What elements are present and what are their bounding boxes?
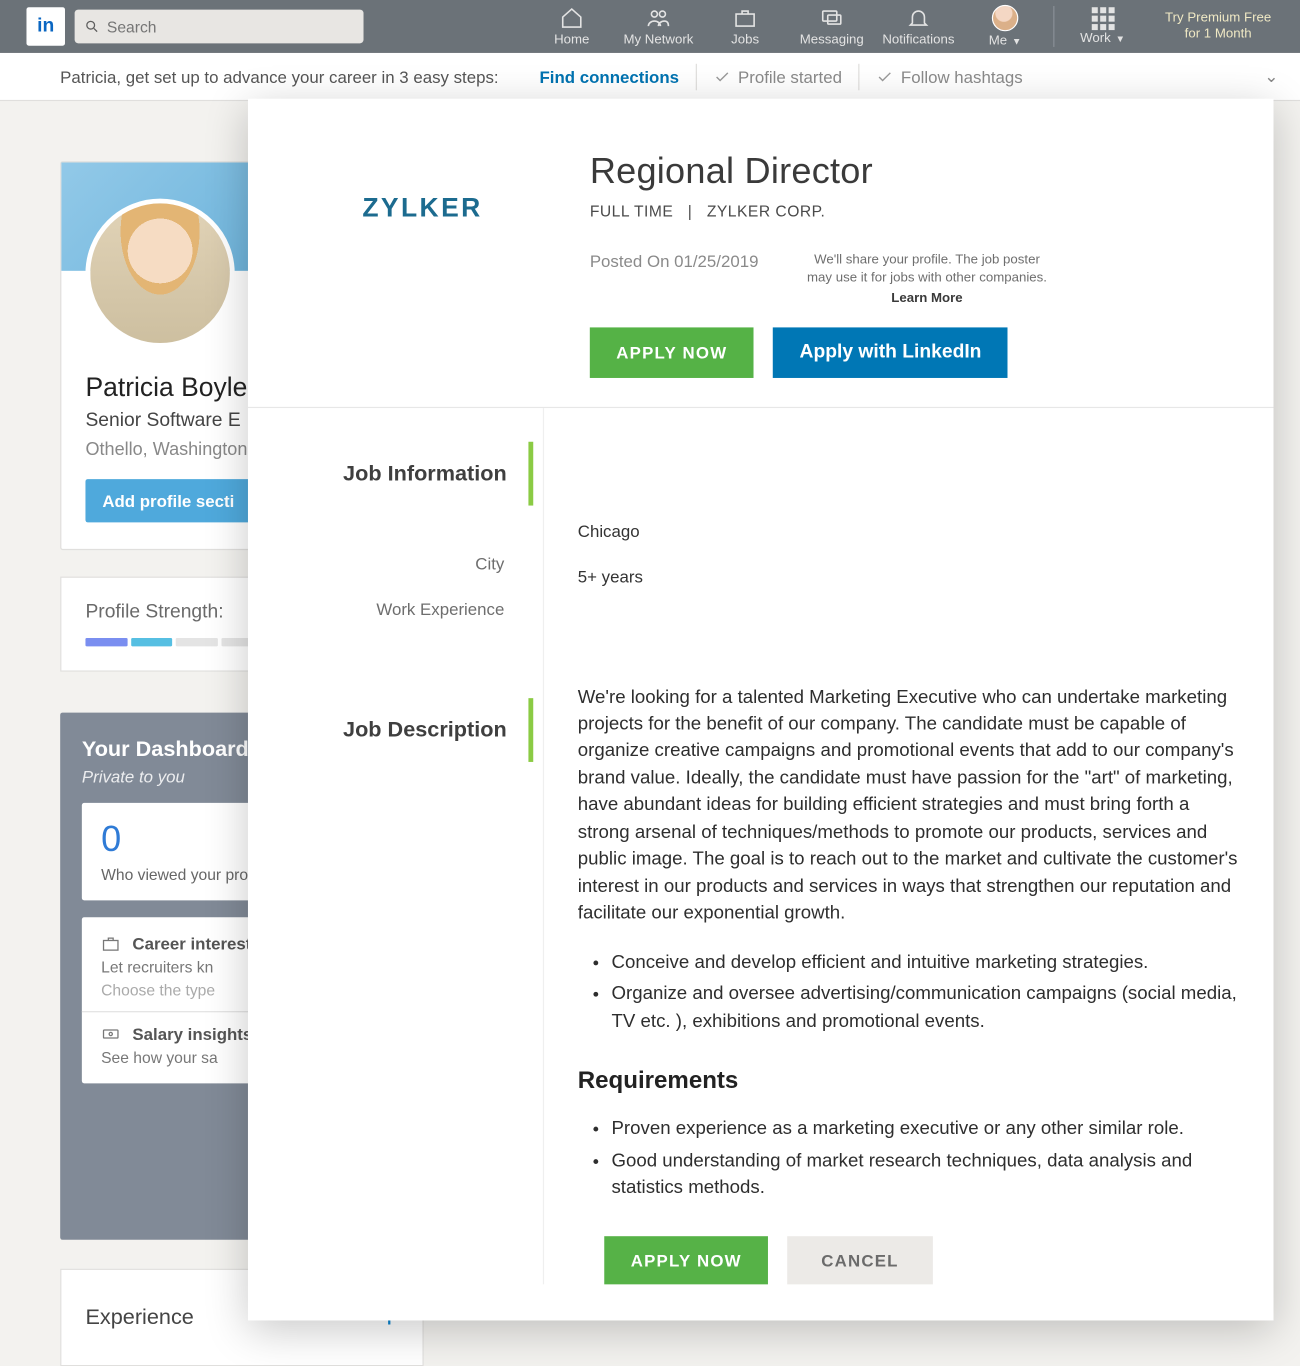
job-modal: ZYLKER Regional Director FULL TIME | ZYL… — [248, 99, 1274, 1320]
posted-on: Posted On 01/25/2019 — [590, 252, 759, 271]
value-city: Chicago — [578, 509, 1242, 555]
apply-now-button-footer[interactable]: APPLY NOW — [604, 1236, 768, 1284]
list-item: Proven experience as a marketing executi… — [611, 1116, 1242, 1143]
job-title: Regional Director — [590, 152, 1235, 193]
modal-backdrop: ZYLKER Regional Director FULL TIME | ZYL… — [0, 0, 1300, 1300]
apply-now-button[interactable]: APPLY NOW — [590, 327, 754, 378]
list-item: Good understanding of market research te… — [611, 1148, 1242, 1202]
experience-title: Experience — [85, 1305, 193, 1330]
list-item: Organize and oversee advertising/communi… — [611, 981, 1242, 1035]
section-job-desc: Job Description — [248, 698, 533, 762]
job-meta: FULL TIME | ZYLKER CORP. — [590, 202, 1235, 220]
cancel-button[interactable]: CANCEL — [788, 1236, 933, 1284]
section-job-info: Job Information — [248, 441, 533, 505]
label-city: City — [248, 541, 531, 587]
job-description: We're looking for a talented Marketing E… — [578, 684, 1242, 1202]
company-logo: ZYLKER — [296, 152, 549, 378]
share-note: We'll share your profile. The job poster… — [807, 252, 1048, 308]
apply-linkedin-button[interactable]: Apply with LinkedIn — [773, 327, 1008, 378]
value-experience: 5+ years — [578, 554, 1242, 600]
list-item: Conceive and develop efficient and intui… — [611, 949, 1242, 976]
requirements-heading: Requirements — [578, 1064, 1242, 1099]
learn-more-link[interactable]: Learn More — [807, 290, 1048, 308]
label-experience: Work Experience — [248, 587, 531, 633]
